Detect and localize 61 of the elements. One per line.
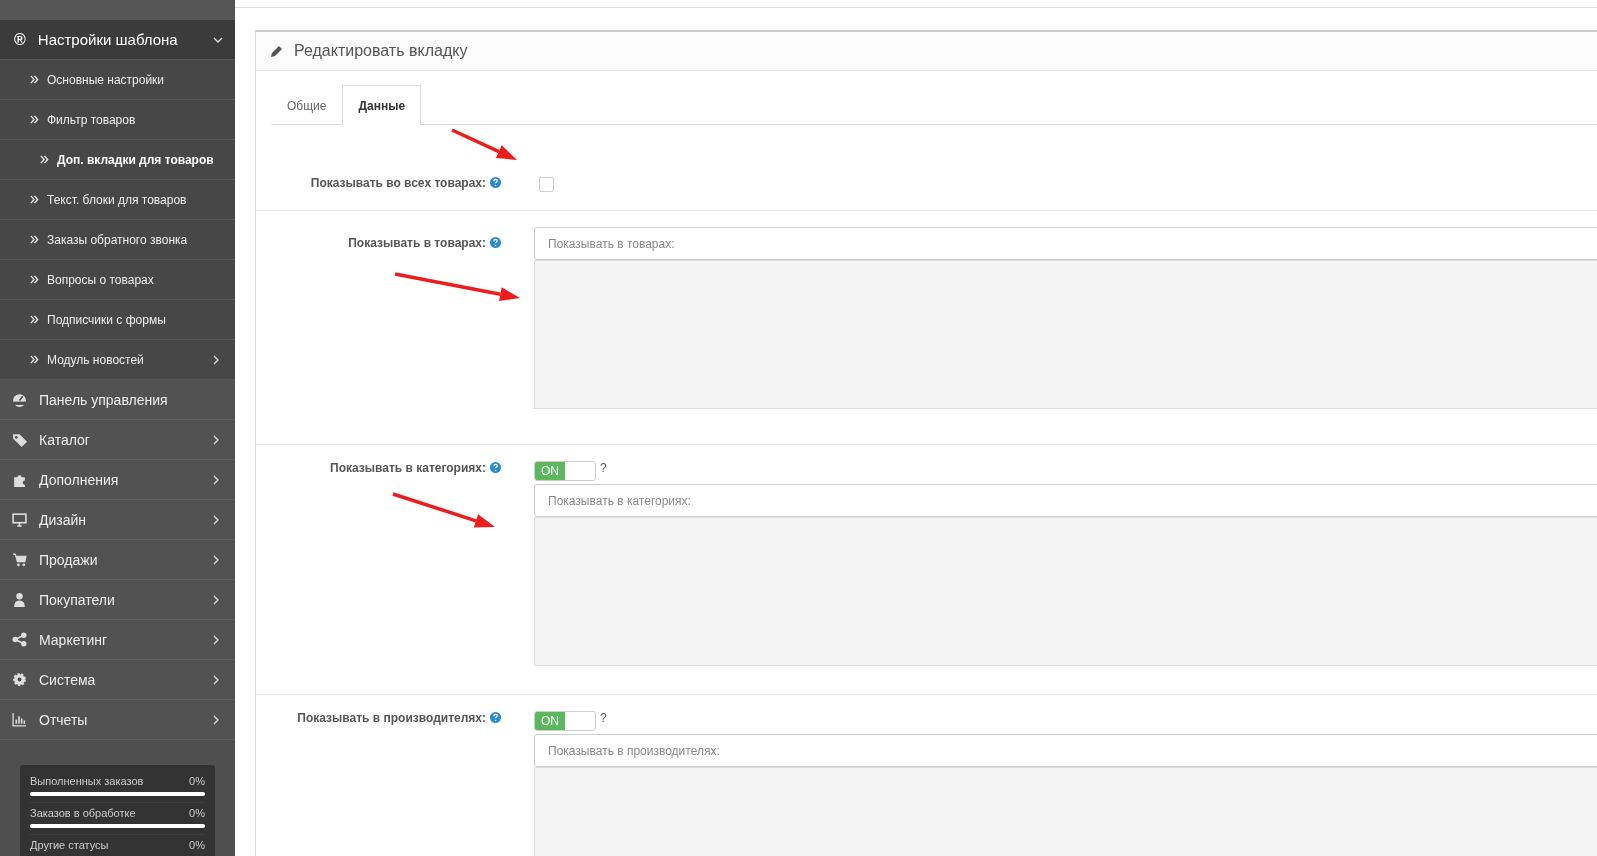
chart-icon [12, 712, 27, 727]
share-icon [12, 632, 27, 647]
chevron-right-icon [211, 514, 221, 525]
help-icon[interactable] [490, 712, 501, 723]
autocomplete-input[interactable]: Показывать в производителях: [534, 734, 1597, 767]
chevron-right-icon [211, 554, 221, 565]
puzzle-icon [12, 472, 27, 487]
tab[interactable]: Данные [342, 85, 422, 125]
stat-value: 0% [189, 775, 205, 787]
sidebar-subitem[interactable]: Основные настройки [0, 60, 235, 100]
double-chevron-icon [40, 155, 49, 164]
cart-icon [12, 552, 27, 567]
stat-label: Другие статусы [30, 839, 109, 851]
pencil-icon [270, 44, 284, 58]
checkbox[interactable] [539, 177, 554, 192]
toggle-hint: ? [600, 711, 607, 725]
chevron-right-icon [211, 594, 221, 605]
autocomplete-input[interactable]: Показывать в товарах: [534, 227, 1597, 260]
help-icon[interactable] [490, 237, 501, 248]
dashboard-icon [12, 392, 27, 407]
stat-value: 0% [189, 807, 205, 819]
panel-title: Редактировать вкладку [294, 42, 468, 60]
double-chevron-icon [30, 275, 39, 284]
double-chevron-icon [30, 235, 39, 244]
sidebar-subitem[interactable]: Вопросы о товарах [0, 260, 235, 300]
double-chevron-icon [30, 75, 39, 84]
sidebar-subitem[interactable]: Модуль новостей [0, 340, 235, 380]
chevron-right-icon [211, 474, 221, 485]
sidebar-subitem[interactable]: Заказы обратного звонка [0, 220, 235, 260]
annotation-arrow [451, 128, 517, 160]
toggle-hint: ? [600, 461, 607, 475]
field-label: Показывать в категориях: [330, 461, 486, 475]
chevron-right-icon [211, 634, 221, 645]
chevron-right-icon [211, 674, 221, 685]
sidebar-subitem[interactable]: Текст. блоки для товаров [0, 180, 235, 220]
sidebar-subitem[interactable]: Подписчики с формы [0, 300, 235, 340]
gear-icon [12, 672, 27, 687]
stat-value: 0% [189, 839, 205, 851]
field-label: Показывать в производителях: [297, 711, 486, 725]
tags-icon [12, 432, 27, 447]
chevron-right-icon [211, 434, 221, 445]
autocomplete-input[interactable]: Показывать в категориях: [534, 484, 1597, 517]
tab[interactable]: Общие [271, 85, 343, 125]
double-chevron-icon [30, 195, 39, 204]
chevron-right-icon [211, 714, 221, 725]
monitor-icon [12, 512, 27, 527]
user-icon [12, 592, 27, 607]
field-label: Показывать в товарах: [348, 236, 486, 250]
sidebar-subitem[interactable]: Фильтр товаров [0, 100, 235, 140]
double-chevron-icon [30, 115, 39, 124]
double-chevron-icon [30, 315, 39, 324]
help-icon[interactable] [490, 462, 501, 473]
field-label: Показывать во всех товарах: [310, 176, 486, 190]
sidebar-section-header[interactable]: ® Настройки шаблона [0, 20, 235, 60]
help-icon[interactable] [490, 177, 501, 188]
registered-icon: ® [14, 30, 26, 49]
double-chevron-icon [30, 355, 39, 364]
stat-label: Выполненных заказов [30, 775, 144, 787]
stat-label: Заказов в обработке [30, 807, 136, 819]
sidebar-subitem[interactable]: Доп. вкладки для товаров [0, 140, 235, 180]
chevron-right-icon [211, 354, 221, 365]
